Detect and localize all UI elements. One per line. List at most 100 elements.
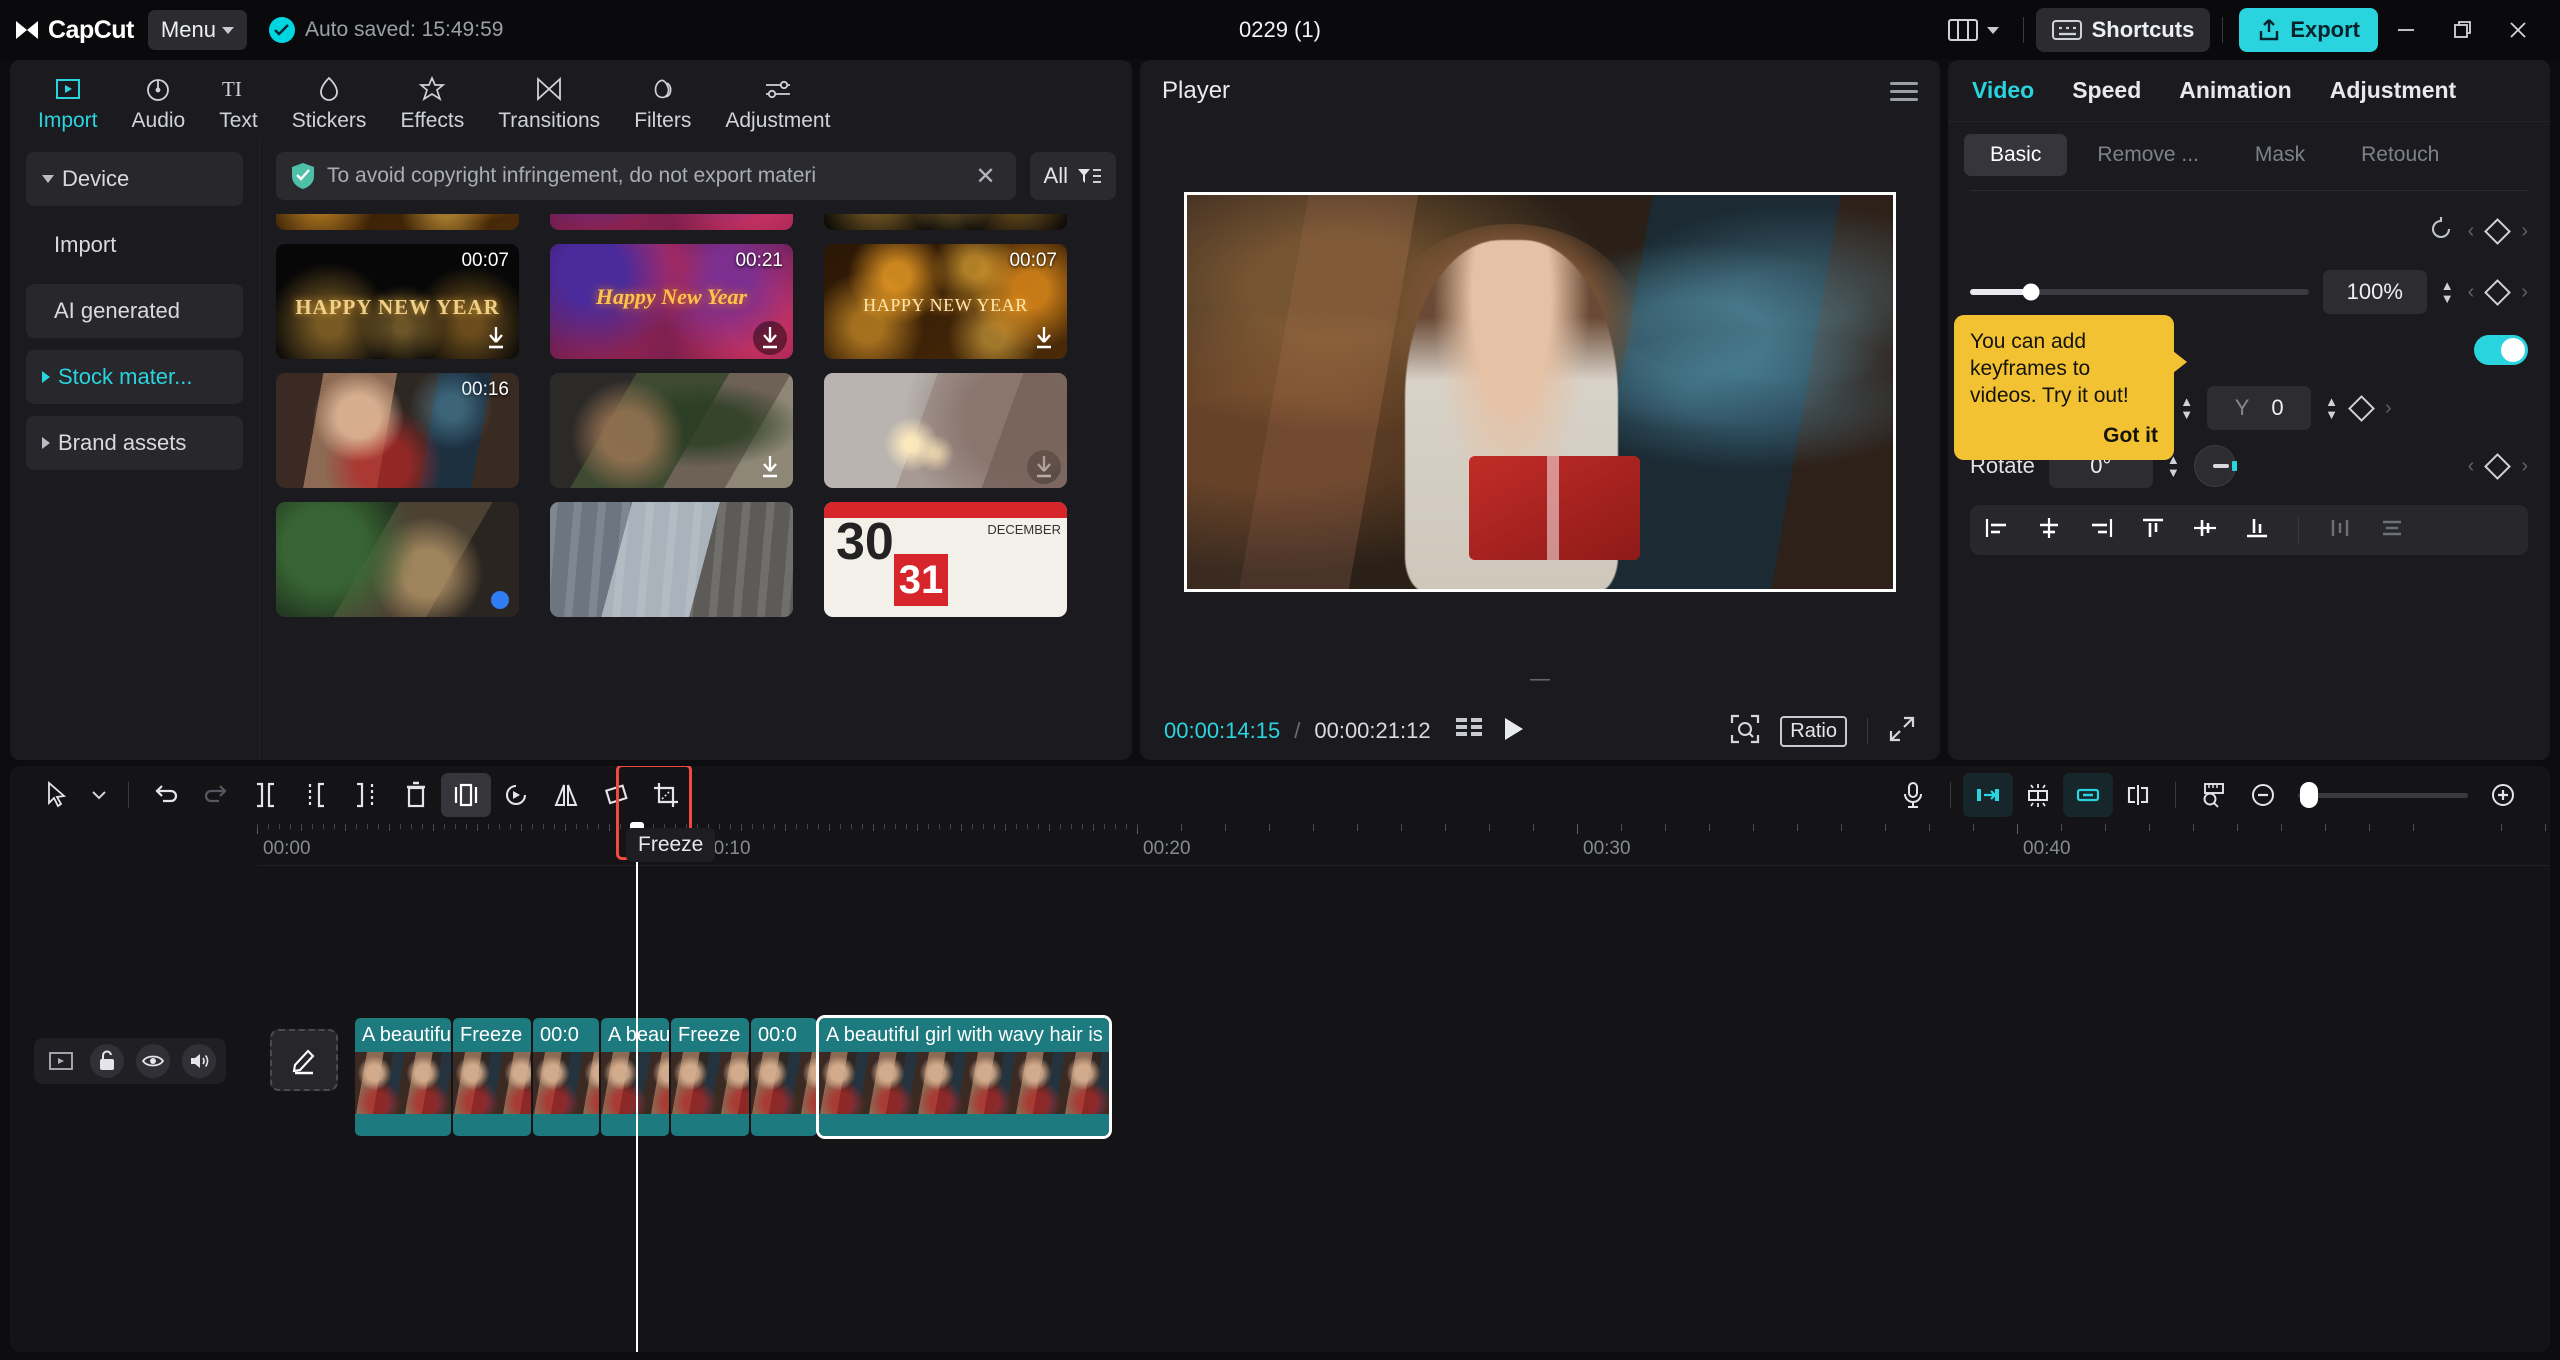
tab-speed[interactable]: Speed xyxy=(2072,77,2141,104)
keyframe-prev-icon[interactable]: ‹ xyxy=(2468,281,2475,304)
tab-filters[interactable]: Filters xyxy=(620,70,705,137)
zoom-out-icon[interactable] xyxy=(2238,773,2288,817)
undo-icon[interactable] xyxy=(141,773,191,817)
timeline-clip[interactable]: 00:0 xyxy=(751,1018,817,1136)
layout-button[interactable] xyxy=(1936,18,2011,42)
ruler-icon[interactable] xyxy=(2188,773,2238,817)
media-item[interactable] xyxy=(550,502,793,617)
keyframe-next-icon[interactable]: › xyxy=(2385,397,2392,420)
subtab-basic[interactable]: Basic xyxy=(1964,134,2068,176)
keyframe-next-icon[interactable]: › xyxy=(2521,281,2528,304)
scale-value[interactable]: 100% xyxy=(2322,270,2427,314)
select-icon[interactable] xyxy=(32,773,82,817)
timeline-clip[interactable]: A beautiful gi xyxy=(355,1018,451,1136)
timeline-clip-selected[interactable]: A beautiful girl with wavy hair is happy… xyxy=(819,1018,1109,1136)
download-icon[interactable] xyxy=(757,325,783,351)
position-y-field[interactable]: Y 0 xyxy=(2207,386,2312,430)
restore-button[interactable] xyxy=(2434,6,2490,54)
subtab-retouch[interactable]: Retouch xyxy=(2335,134,2465,176)
menu-button[interactable]: Menu xyxy=(147,10,247,50)
track-edit-button[interactable] xyxy=(270,1029,338,1091)
download-icon[interactable] xyxy=(483,325,509,351)
download-icon[interactable] xyxy=(757,454,783,480)
ratio-button[interactable]: Ratio xyxy=(1780,715,1847,747)
sidebar-item-brand-assets[interactable]: Brand assets xyxy=(26,416,243,470)
video-preview[interactable] xyxy=(1184,192,1896,592)
tab-animation[interactable]: Animation xyxy=(2179,77,2291,104)
play-icon[interactable] xyxy=(1501,715,1527,748)
timeline-clip[interactable]: 00:0 xyxy=(533,1018,599,1136)
reset-icon[interactable] xyxy=(2428,216,2454,247)
trim-left-icon[interactable] xyxy=(291,773,341,817)
download-icon[interactable] xyxy=(1031,325,1057,351)
keyframe-icon[interactable] xyxy=(2484,278,2512,306)
crop-icon[interactable] xyxy=(641,773,691,817)
media-item[interactable] xyxy=(824,373,1067,488)
close-button[interactable] xyxy=(2490,6,2546,54)
tab-video[interactable]: Video xyxy=(1972,77,2034,104)
media-item[interactable] xyxy=(550,214,793,230)
mirror-icon[interactable] xyxy=(541,773,591,817)
timeline-clip[interactable]: Freeze xyxy=(453,1018,531,1136)
rotate-dial[interactable] xyxy=(2193,445,2237,487)
media-item[interactable] xyxy=(276,502,519,617)
media-item[interactable] xyxy=(824,214,1067,230)
track-thumbnail-icon[interactable] xyxy=(44,1044,78,1078)
keyframe-next-icon[interactable]: › xyxy=(2521,220,2528,243)
tab-import[interactable]: Import xyxy=(24,70,112,137)
split-icon[interactable] xyxy=(241,773,291,817)
keyframe-prev-icon[interactable]: ‹ xyxy=(2468,220,2475,243)
eye-icon[interactable] xyxy=(136,1044,170,1078)
media-item[interactable]: 00:16 xyxy=(276,373,519,488)
align-right-icon[interactable] xyxy=(2088,517,2114,544)
subtab-remove-background[interactable]: Remove ... xyxy=(2071,134,2225,176)
sidebar-item-device[interactable]: Device xyxy=(26,152,243,206)
uniform-scale-toggle[interactable] xyxy=(2474,335,2528,365)
close-icon[interactable]: ✕ xyxy=(969,162,1001,191)
media-item[interactable] xyxy=(550,373,793,488)
keyframe-prev-icon[interactable]: ‹ xyxy=(2468,455,2475,478)
tab-adjustment[interactable]: Adjustment xyxy=(711,70,844,137)
player-menu-icon[interactable] xyxy=(1890,81,1918,101)
chevron-down-icon[interactable] xyxy=(82,773,116,817)
sidebar-item-import[interactable]: Import xyxy=(26,218,243,272)
align-center-horizontal-icon[interactable] xyxy=(2036,517,2062,544)
subtab-mask[interactable]: Mask xyxy=(2229,134,2331,176)
media-item[interactable]: Happy New Year 00:21 xyxy=(550,244,793,359)
export-button[interactable]: Export xyxy=(2239,8,2378,52)
align-left-icon[interactable] xyxy=(1984,517,2010,544)
slider-knob[interactable] xyxy=(2022,283,2040,301)
lock-icon[interactable] xyxy=(90,1044,124,1078)
keyframe-icon[interactable] xyxy=(2348,394,2375,422)
media-item[interactable]: HAPPY NEW YEAR 00:07 xyxy=(824,244,1067,359)
shortcuts-button[interactable]: Shortcuts xyxy=(2035,8,2211,52)
zoom-slider-knob[interactable] xyxy=(2300,782,2318,808)
sidebar-item-ai-generated[interactable]: AI generated xyxy=(26,284,243,338)
split-view-icon[interactable] xyxy=(2113,773,2163,817)
fullscreen-icon[interactable] xyxy=(1888,715,1916,748)
position-x-stepper[interactable]: ▲ ▼ xyxy=(2180,395,2193,421)
keyframe-icon[interactable] xyxy=(2484,217,2512,245)
player-scale-handle[interactable]: — xyxy=(1140,656,1940,702)
media-item[interactable]: HAPPY NEW YEAR 00:07 xyxy=(276,244,519,359)
filter-all-button[interactable]: All xyxy=(1029,152,1116,200)
align-bottom-icon[interactable] xyxy=(2244,517,2270,544)
auto-adjust-icon[interactable] xyxy=(2013,773,2063,817)
redo-icon[interactable] xyxy=(191,773,241,817)
scale-slider[interactable] xyxy=(1970,283,2309,301)
position-y-stepper[interactable]: ▲ ▼ xyxy=(2325,395,2338,421)
media-item[interactable] xyxy=(276,214,519,230)
timeline-ruler[interactable]: 00:00 00:10 00:20 00:30 00:40 xyxy=(257,824,2550,866)
timeline-clip[interactable]: A beaut xyxy=(601,1018,669,1136)
timeline-tracks[interactable]: A beautiful gi Freeze 00:0 A beaut xyxy=(10,866,2550,1352)
distribute-horizontal-icon[interactable] xyxy=(2327,517,2353,544)
media-grid-scroll[interactable]: HAPPY NEW YEAR 00:07 Happy New Year 00:2… xyxy=(276,214,1116,760)
align-center-vertical-icon[interactable] xyxy=(2192,517,2218,544)
frames-icon[interactable] xyxy=(1455,716,1483,747)
distribute-vertical-icon[interactable] xyxy=(2379,517,2405,544)
scale-stepper[interactable]: ▲ ▼ xyxy=(2441,279,2454,305)
tab-effects[interactable]: Effects xyxy=(386,70,478,137)
trim-right-icon[interactable] xyxy=(341,773,391,817)
rotate-icon[interactable] xyxy=(591,773,641,817)
align-top-icon[interactable] xyxy=(2140,517,2166,544)
